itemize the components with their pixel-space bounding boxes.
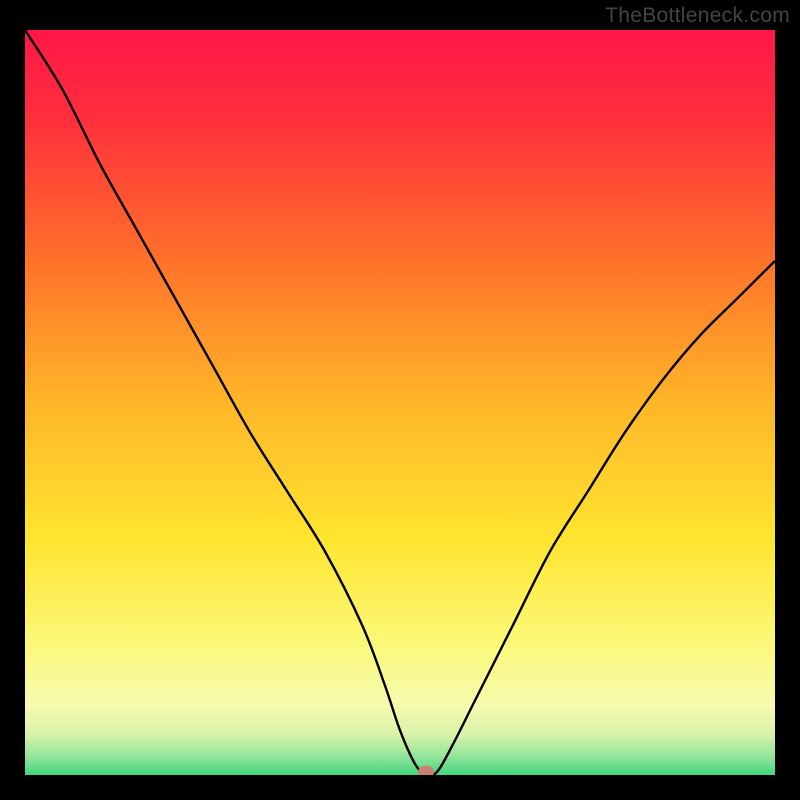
plot-area: [25, 30, 775, 775]
bottleneck-curve: [25, 30, 775, 775]
chart-container: TheBottleneck.com: [0, 0, 800, 800]
attribution-text: TheBottleneck.com: [605, 4, 790, 28]
minimum-marker: [418, 766, 434, 776]
